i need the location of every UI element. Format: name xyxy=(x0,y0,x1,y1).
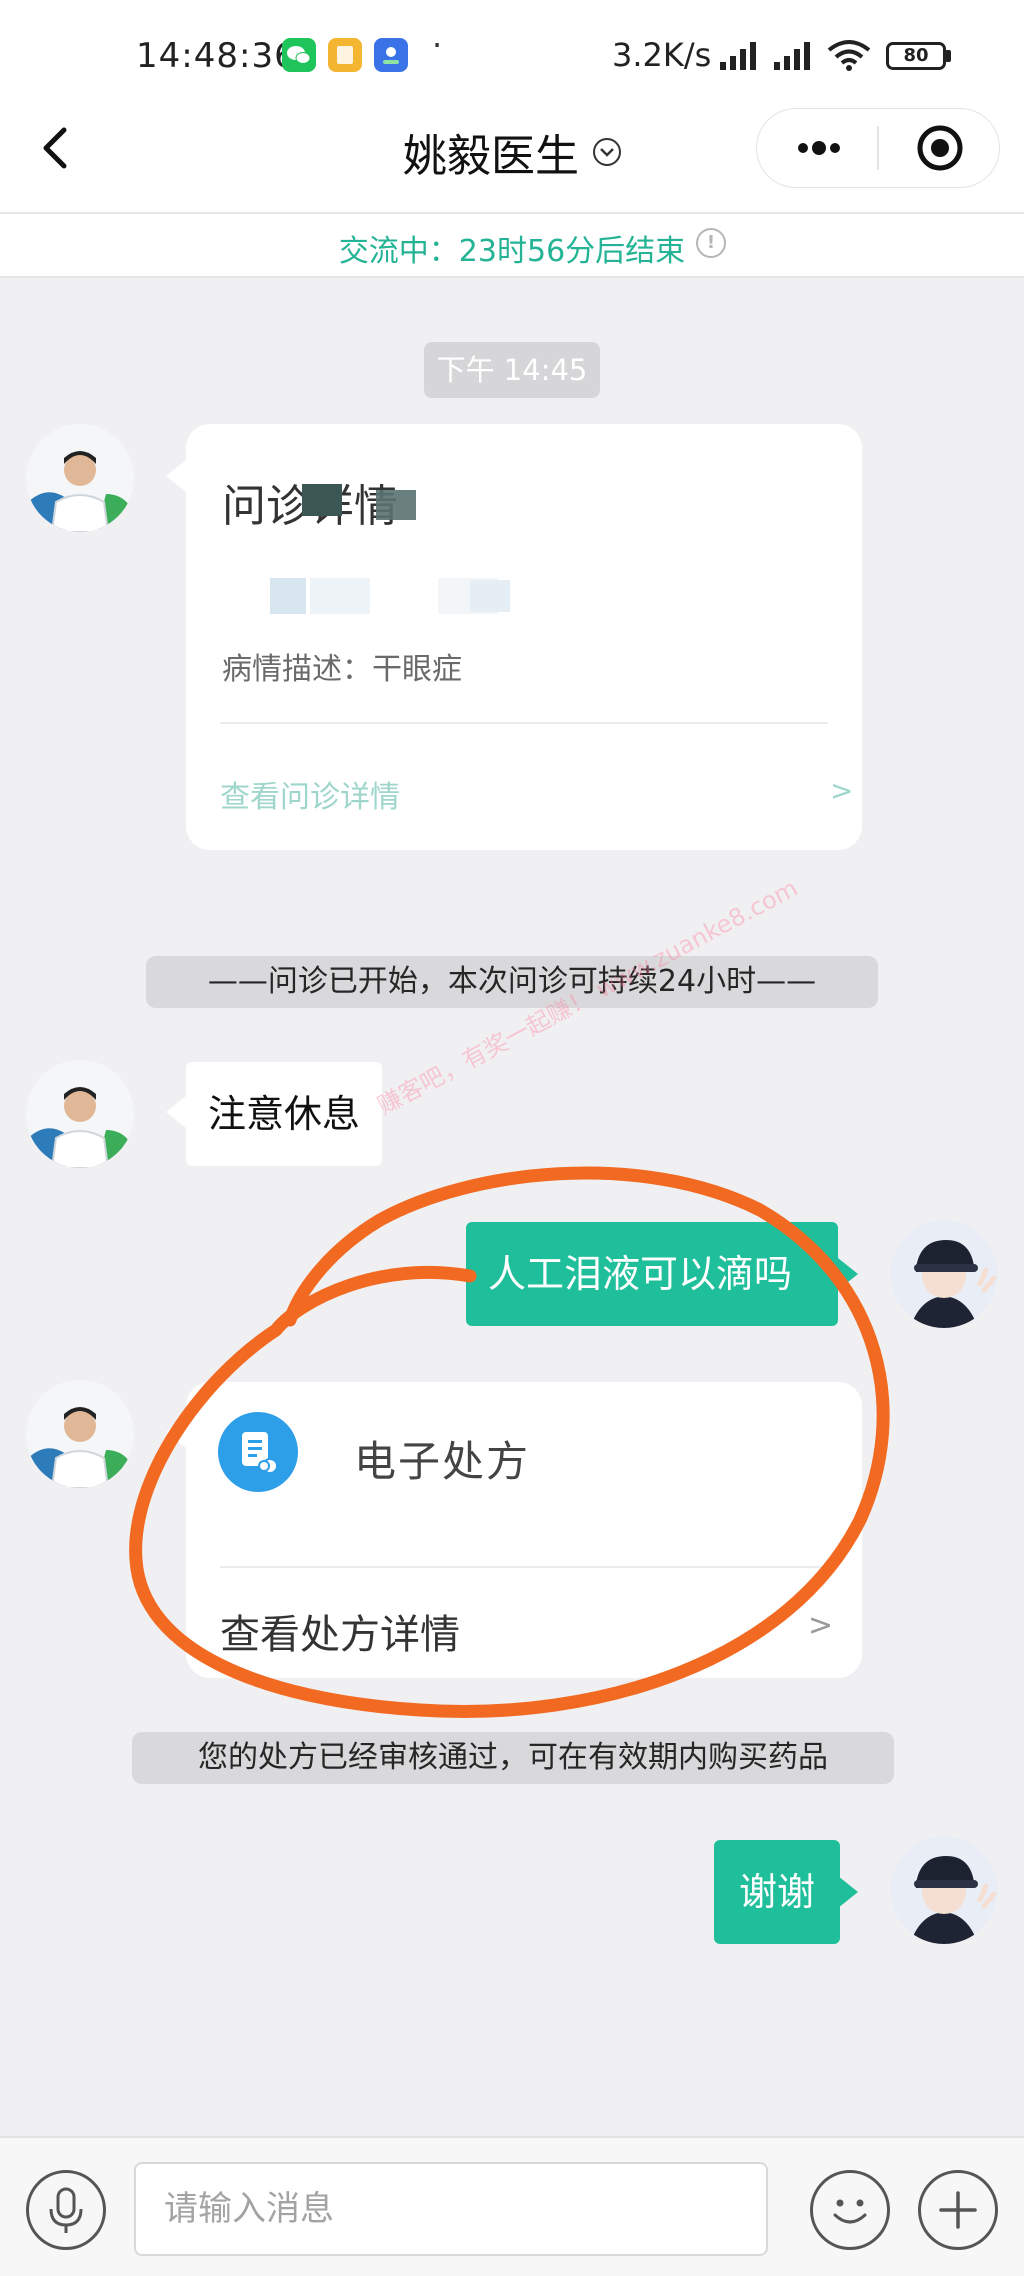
doctor-avatar[interactable] xyxy=(26,424,134,532)
chevron-right-icon: > xyxy=(808,1608,834,1643)
doctor-name: 姚毅医生 xyxy=(403,131,579,182)
network-speed: 3.2K/s xyxy=(612,36,712,74)
system-notice: 您的处方已经审核通过，可在有效期内购买药品 xyxy=(132,1732,894,1784)
plus-icon xyxy=(939,2191,977,2229)
battery-tip xyxy=(946,50,951,62)
app-notification-icon xyxy=(374,38,408,72)
view-prescription-link[interactable]: 查看处方详情 xyxy=(220,1602,460,1660)
more-actions-button[interactable] xyxy=(918,2170,998,2250)
redaction-block xyxy=(302,484,342,516)
chat-timestamp: 下午 14:45 xyxy=(424,342,600,398)
redaction-block xyxy=(310,578,370,614)
doctor-message[interactable]: 注意休息 xyxy=(186,1062,383,1166)
target-circle-icon xyxy=(917,125,963,171)
banner-text: 交流中：23时56分后结束 xyxy=(338,234,686,269)
my-avatar[interactable] xyxy=(890,1220,998,1328)
system-notice: ——问诊已开始，本次问诊可持续24小时—— xyxy=(146,956,878,1008)
bubble-tail xyxy=(838,1258,858,1290)
microphone-icon xyxy=(49,2187,83,2233)
signal-icon xyxy=(772,40,818,70)
wifi-icon xyxy=(826,38,872,76)
my-avatar[interactable] xyxy=(890,1836,998,1944)
condition-description: 病情描述：干眼症 xyxy=(222,652,462,687)
voice-button[interactable] xyxy=(26,2170,106,2250)
redaction-block xyxy=(270,578,306,614)
doctor-avatar[interactable] xyxy=(26,1380,134,1488)
chevron-right-icon: > xyxy=(830,774,854,807)
signal-icon xyxy=(718,40,764,70)
bubble-tail xyxy=(166,1096,186,1128)
redaction-block xyxy=(376,490,416,520)
more-dots-icon xyxy=(798,141,840,155)
bubble-tail xyxy=(166,1416,186,1448)
divider xyxy=(220,722,828,724)
emoji-button[interactable] xyxy=(810,2170,890,2250)
status-dot: · xyxy=(432,26,443,64)
redaction-block xyxy=(470,580,510,612)
chevron-down-icon xyxy=(593,138,621,166)
wechat-icon xyxy=(282,38,316,72)
prescription-icon xyxy=(218,1412,298,1492)
battery-level: 80 xyxy=(886,42,946,70)
doctor-avatar[interactable] xyxy=(26,1060,134,1168)
capsule-divider xyxy=(877,126,879,170)
close-miniprogram-button[interactable] xyxy=(890,118,986,178)
view-consult-link[interactable]: 查看问诊详情 xyxy=(220,772,400,816)
status-time: 14:48:36 xyxy=(136,36,297,76)
app-notification-icon xyxy=(328,38,362,72)
divider xyxy=(220,1566,828,1568)
smiley-icon xyxy=(833,2199,867,2224)
my-message[interactable]: 谢谢 xyxy=(714,1840,840,1944)
more-button[interactable] xyxy=(774,118,864,178)
info-icon[interactable]: ! xyxy=(696,228,726,258)
bubble-tail xyxy=(838,1876,858,1908)
prescription-title: 电子处方 xyxy=(354,1437,531,1486)
my-message[interactable]: 人工泪液可以滴吗 xyxy=(466,1222,838,1326)
bubble-tail xyxy=(166,460,186,492)
message-input[interactable] xyxy=(134,2162,768,2256)
